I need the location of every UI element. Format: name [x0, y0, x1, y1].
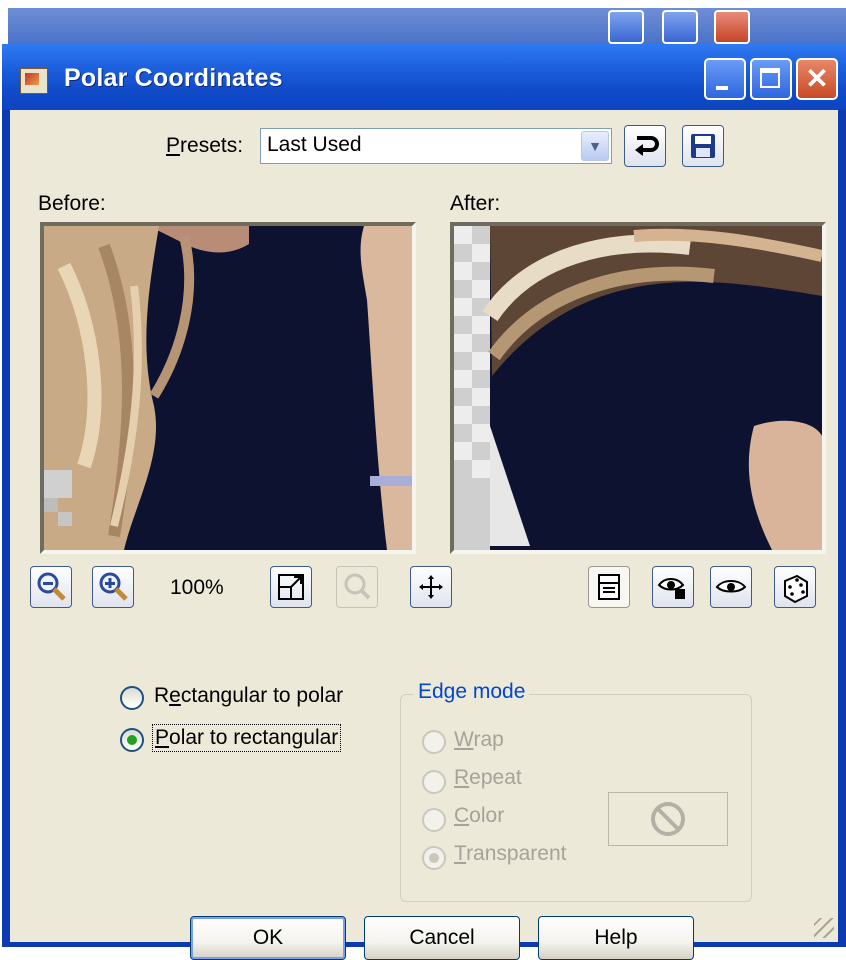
close-icon: ✕ — [805, 63, 829, 94]
zoom-level: 100% — [170, 576, 224, 599]
cancel-button[interactable]: Cancel — [364, 916, 520, 960]
wrap-label: Wrap — [454, 728, 504, 752]
before-preview[interactable] — [40, 222, 416, 554]
resize-grip[interactable] — [814, 918, 834, 938]
transparent-access-key: T — [454, 842, 467, 865]
close-button[interactable]: ✕ — [796, 58, 838, 100]
presets-value: Last Used — [267, 133, 362, 156]
transparent-label: Transparent — [454, 842, 566, 866]
zoom-in-button[interactable] — [92, 566, 134, 608]
rect-to-polar-prefix: R — [154, 684, 170, 707]
rect-to-polar-access-key: e — [169, 684, 181, 707]
title-bar: Polar Coordinates ✕ — [2, 44, 846, 110]
presets-dropdown[interactable]: Last Used ▼ — [260, 128, 612, 164]
rectangular-to-polar-radio[interactable] — [120, 686, 144, 710]
wrap-rest: rap — [473, 728, 504, 751]
actual-size-icon — [278, 574, 304, 600]
background-close-button[interactable] — [714, 10, 750, 44]
color-rest: olor — [469, 804, 505, 827]
reset-presets-button[interactable] — [624, 125, 666, 167]
wrap-radio[interactable] — [422, 730, 446, 754]
transparent-rest: ransparent — [466, 842, 567, 865]
after-label: After: — [450, 192, 501, 215]
rectangular-to-polar-label[interactable]: Rectangular to polar — [154, 684, 343, 708]
move-icon — [419, 575, 443, 599]
repeat-rest: epeat — [469, 766, 522, 789]
repeat-label: Repeat — [454, 766, 522, 790]
minimize-button[interactable] — [704, 58, 746, 100]
background-titlebar — [8, 8, 846, 44]
zoom-to-fit-icon — [344, 573, 371, 600]
reset-icon — [635, 136, 659, 156]
preview-icon — [598, 574, 620, 600]
background-minimize-button[interactable] — [608, 10, 644, 44]
presets-label: Presets: — [166, 134, 243, 158]
presets-label-access-key: P — [166, 134, 181, 157]
proof-icon — [657, 578, 685, 599]
polar-to-rectangular-label[interactable]: Polar to rectangular — [152, 724, 342, 752]
polar-coordinates-dialog: Polar Coordinates ✕ Presets: Last Used ▼… — [2, 44, 846, 960]
after-preview — [450, 222, 826, 554]
background-window — [0, 0, 846, 44]
auto-proof-button[interactable] — [710, 566, 752, 608]
zoom-to-fit-button[interactable] — [336, 566, 378, 608]
before-preview-image — [44, 226, 412, 550]
transparent-radio[interactable] — [422, 846, 446, 870]
randomize-button[interactable] — [774, 566, 816, 608]
zoom-in-icon — [99, 572, 128, 601]
maximize-icon — [760, 68, 780, 88]
polar-to-rect-rest: olar to rectangular — [169, 726, 339, 749]
rect-to-polar-rest: ctangular to polar — [180, 684, 344, 707]
save-icon — [691, 134, 715, 158]
repeat-access-key: R — [454, 766, 470, 789]
dice-icon — [784, 574, 808, 604]
zoom-out-icon — [37, 572, 66, 601]
zoom-out-button[interactable] — [30, 566, 72, 608]
edge-mode-title: Edge mode — [414, 680, 530, 704]
dialog-client-area: Presets: Last Used ▼ Before: After: 100%… — [10, 110, 838, 960]
after-preview-image — [454, 226, 822, 550]
maximize-button[interactable] — [750, 58, 792, 100]
color-label: Color — [454, 804, 504, 828]
app-icon — [20, 68, 48, 94]
presets-label-rest: resets: — [180, 134, 244, 157]
repeat-radio[interactable] — [422, 770, 446, 794]
minimize-icon — [716, 86, 728, 90]
polar-to-rectangular-radio[interactable] — [120, 728, 144, 752]
before-label: Before: — [38, 192, 106, 215]
save-presets-button[interactable] — [682, 125, 724, 167]
actual-size-button[interactable] — [270, 566, 312, 608]
chevron-down-icon[interactable]: ▼ — [581, 131, 609, 161]
edge-color-swatch[interactable] — [608, 792, 728, 846]
help-button[interactable]: Help — [538, 916, 694, 960]
proof-button[interactable] — [652, 566, 694, 608]
auto-proof-icon — [715, 580, 747, 593]
background-maximize-button[interactable] — [662, 10, 698, 44]
polar-to-rect-access-key: P — [155, 726, 170, 749]
no-color-icon — [651, 802, 685, 836]
color-access-key: C — [454, 804, 470, 827]
color-radio[interactable] — [422, 808, 446, 832]
dialog-title: Polar Coordinates — [64, 64, 283, 92]
move-preview-button[interactable] — [410, 566, 452, 608]
wrap-access-key: W — [454, 728, 474, 751]
ok-button[interactable]: OK — [190, 916, 346, 960]
preview-on-image-toggle[interactable] — [588, 566, 630, 608]
